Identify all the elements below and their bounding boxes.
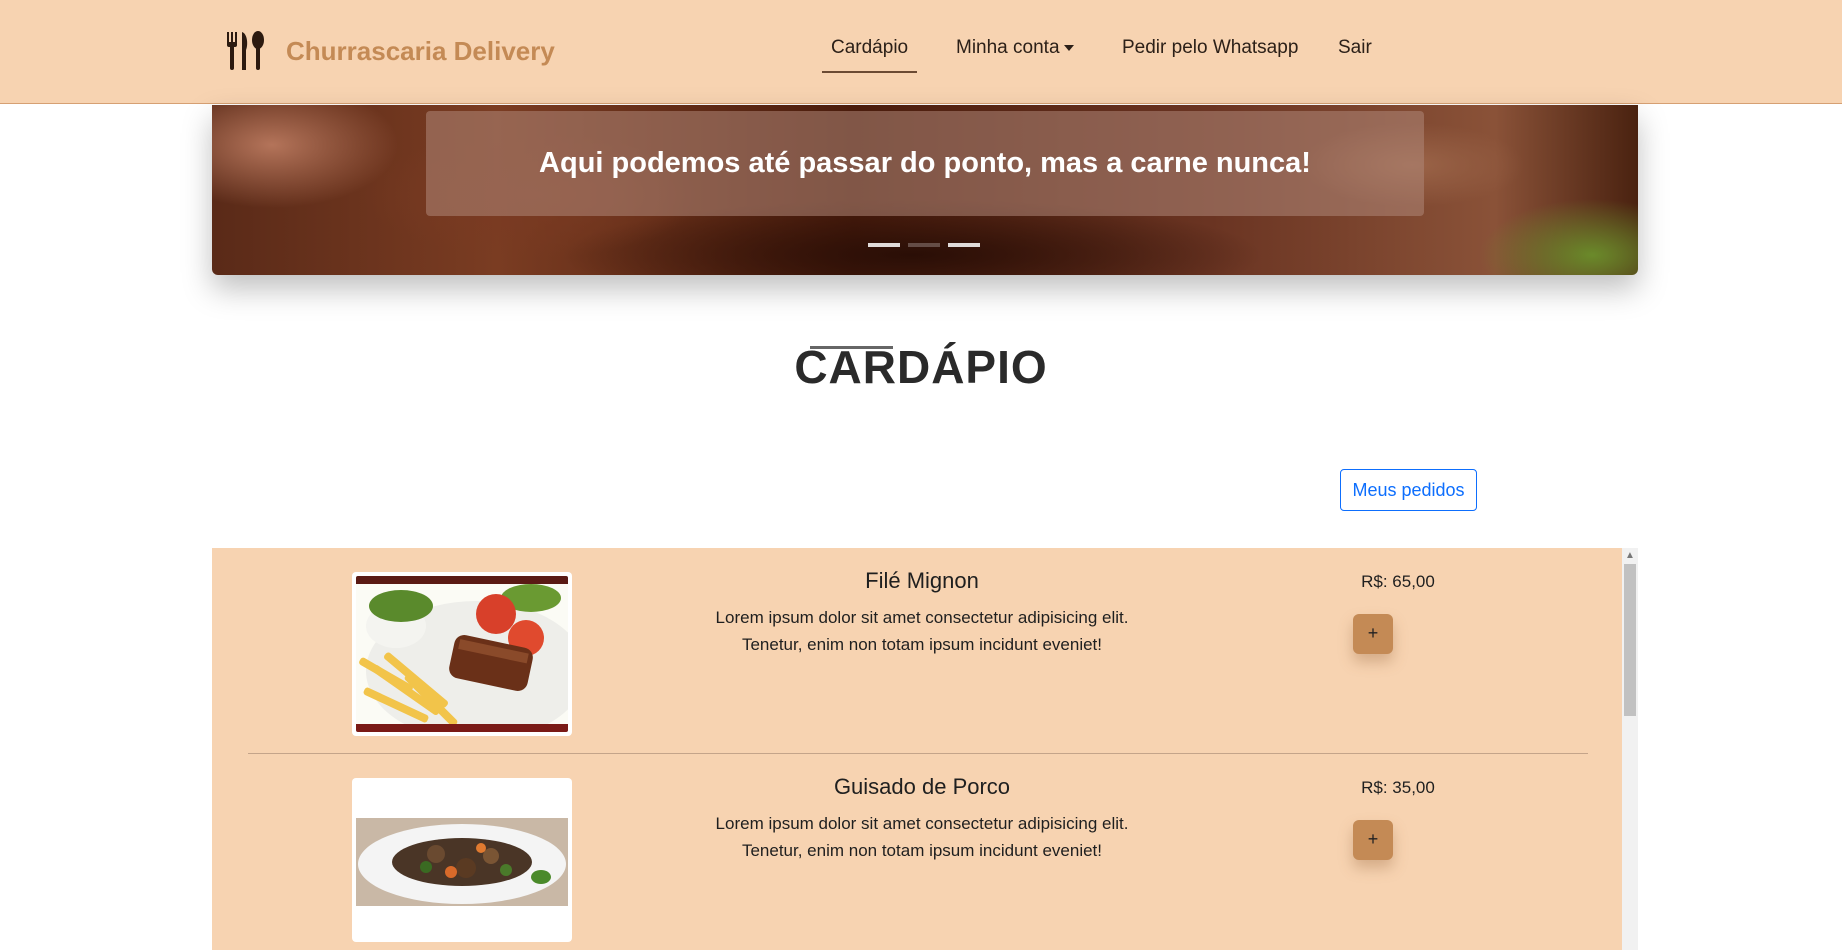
file-mignon-photo [356, 576, 586, 741]
menu-item: Guisado de Porco Lorem ipsum dolor sit a… [212, 754, 1622, 950]
nav-sair[interactable]: Sair [1338, 34, 1372, 74]
page-title: CARDÁPIO [0, 340, 1842, 394]
main-nav: Cardápio Minha conta Pedir pelo Whatsapp… [0, 34, 1842, 74]
nav-cardapio[interactable]: Cardápio [821, 34, 918, 74]
my-orders-button[interactable]: Meus pedidos [1340, 469, 1477, 511]
page-title-text: CARDÁPIO [794, 341, 1048, 393]
menu-item-description: Lorem ipsum dolor sit amet consectetur a… [715, 814, 1129, 860]
scrollbar-thumb[interactable] [1624, 564, 1636, 716]
carousel-indicators [868, 243, 986, 249]
menu-item-image [352, 778, 572, 942]
carousel-indicator-1[interactable] [868, 243, 900, 247]
nav-minha-conta-label: Minha conta [956, 37, 1060, 58]
menu-item-image [352, 572, 586, 741]
menu-item: Filé Mignon Lorem ipsum dolor sit amet c… [212, 548, 1622, 754]
navbar: Churrascaria Delivery Cardápio Minha con… [0, 0, 1842, 104]
add-to-cart-button[interactable]: + [1353, 820, 1393, 860]
guisado-de-porco-photo [356, 782, 568, 938]
menu-item-name: Filé Mignon [865, 568, 979, 593]
menu-item-price: R$: 35,00 [1361, 778, 1435, 797]
menu-scrollbar[interactable]: ▲ [1622, 548, 1638, 950]
hero-caption-box: Aqui podemos até passar do ponto, mas a … [426, 111, 1424, 216]
carousel-indicator-3[interactable] [948, 243, 980, 247]
menu-item-price: R$: 65,00 [1361, 572, 1435, 591]
menu-item-description: Lorem ipsum dolor sit amet consectetur a… [715, 608, 1129, 654]
hero-carousel[interactable]: Aqui podemos até passar do ponto, mas a … [212, 105, 1638, 275]
carousel-indicator-2[interactable] [908, 243, 940, 247]
add-to-cart-button[interactable]: + [1353, 614, 1393, 654]
nav-minha-conta[interactable]: Minha conta [956, 34, 1074, 74]
menu-item-name: Guisado de Porco [833, 774, 1011, 799]
nav-pedir-whatsapp[interactable]: Pedir pelo Whatsapp [1122, 34, 1298, 74]
menu-list[interactable]: Filé Mignon Lorem ipsum dolor sit amet c… [212, 548, 1638, 950]
chevron-down-icon [1063, 44, 1074, 51]
hero-caption: Aqui podemos até passar do ponto, mas a … [539, 147, 1311, 179]
scroll-up-arrow-icon[interactable]: ▲ [1622, 548, 1638, 564]
